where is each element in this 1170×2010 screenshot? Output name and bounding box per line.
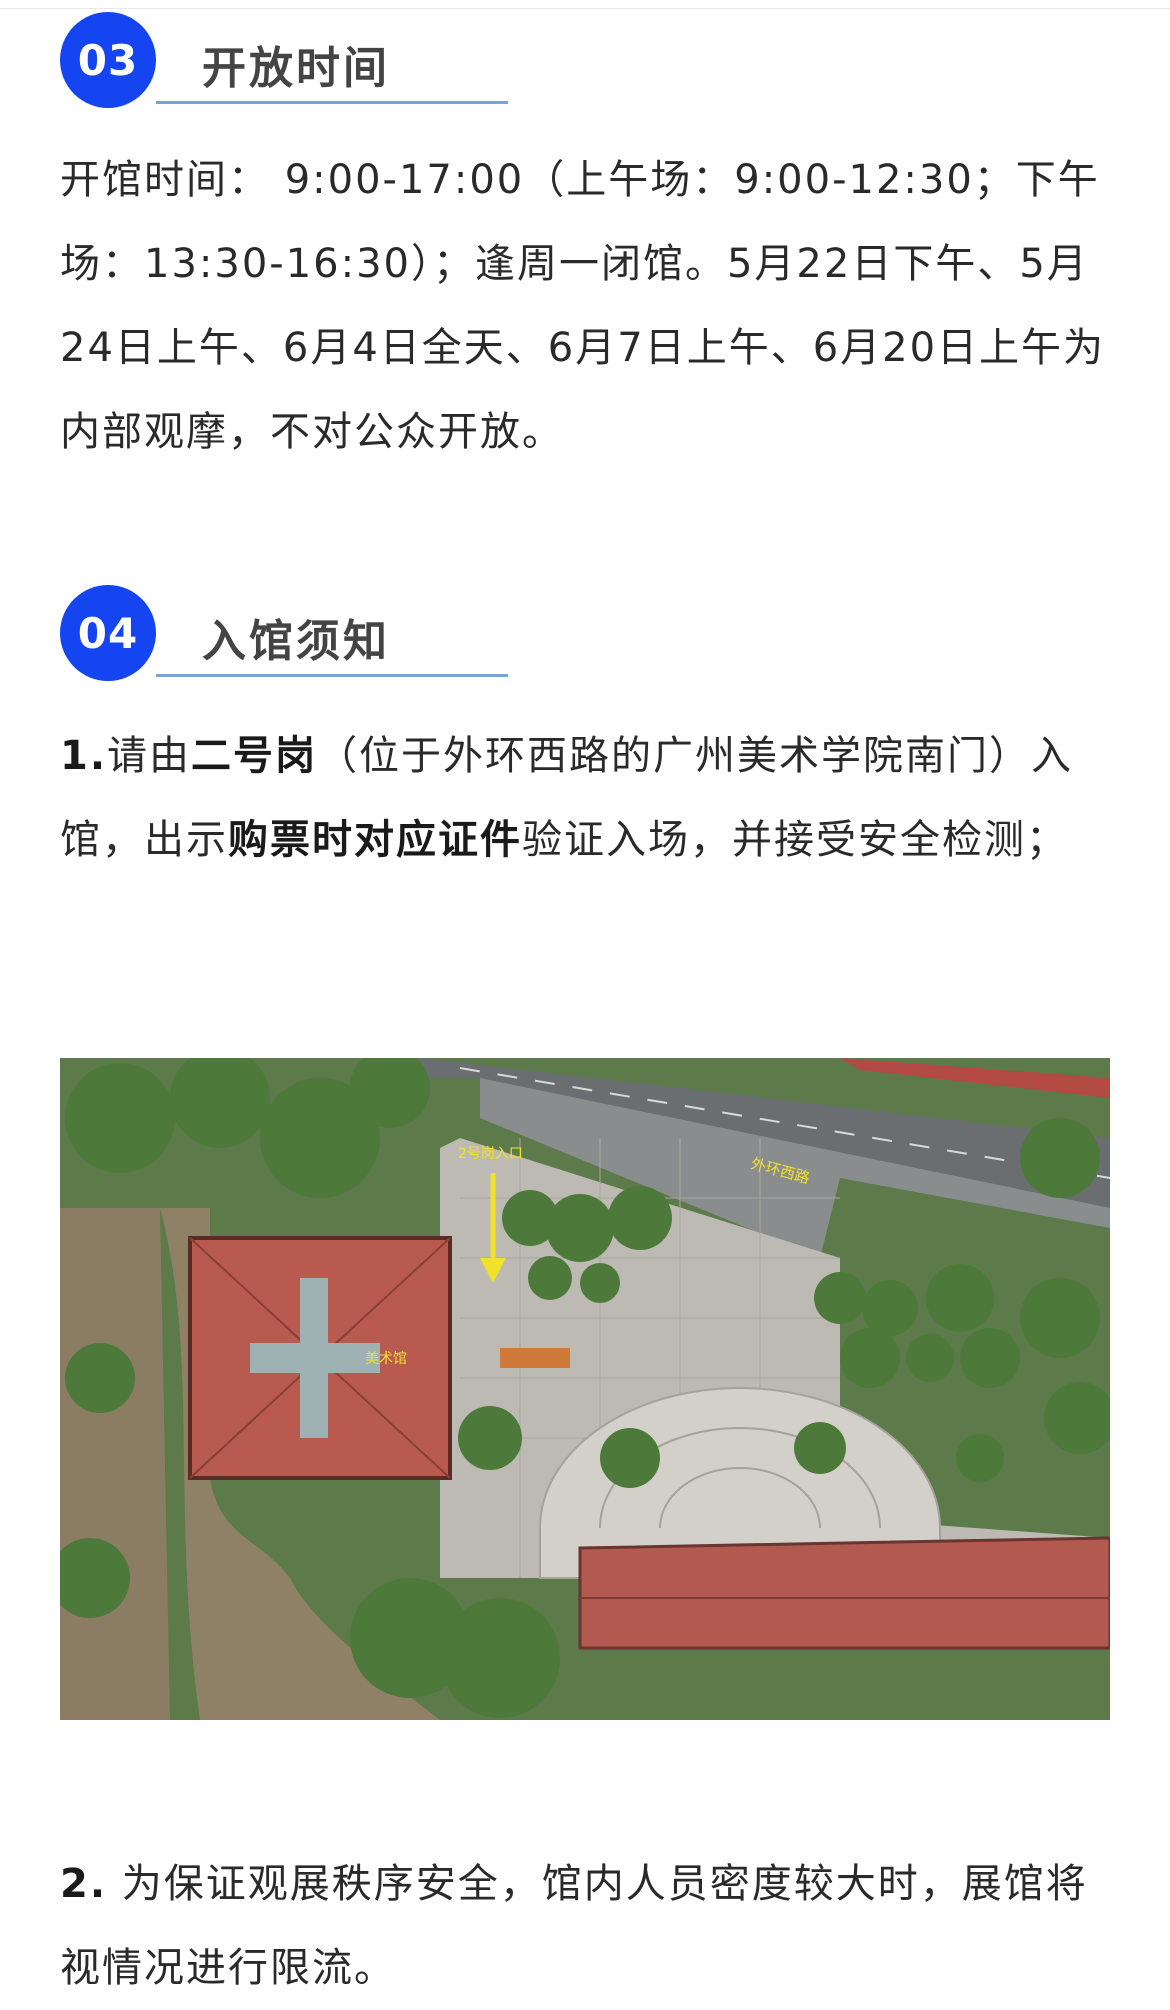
highlight-gate: 二号岗 <box>191 733 318 779</box>
section-number-badge: 03 <box>60 12 156 108</box>
item-number: 1. <box>60 733 108 779</box>
title-underline <box>156 101 508 104</box>
section-number-badge: 04 <box>60 585 156 681</box>
section-header-admission-notice: 04 入馆须知 <box>60 585 508 685</box>
section-header-opening-hours: 03 开放时间 <box>60 12 508 112</box>
top-divider <box>0 8 1170 9</box>
aerial-map-image: 2号岗入口 外环西路 美术馆 <box>60 1058 1110 1720</box>
section-title: 开放时间 <box>202 43 390 94</box>
highlight-id: 购票时对应证件 <box>228 817 522 863</box>
section-title: 入馆须知 <box>202 616 390 667</box>
building-label: 美术馆 <box>365 1351 407 1367</box>
item-number: 2. <box>60 1861 108 1907</box>
notice-item-2: 2. 为保证观展秩序安全，馆内人员密度较大时，展馆将视情况进行限流。 <box>60 1861 1088 1991</box>
opening-hours-text: 开馆时间： 9:00-17:00（上午场：9:00-12:30；下午场：13:3… <box>60 157 1106 455</box>
entrance-label: 2号岗入口 <box>458 1146 523 1162</box>
notice-item-1: 1.请由二号岗（位于外环西路的广州美术学院南门）入馆，出示购票时对应证件验证入场… <box>60 733 1074 863</box>
title-underline <box>156 674 508 677</box>
